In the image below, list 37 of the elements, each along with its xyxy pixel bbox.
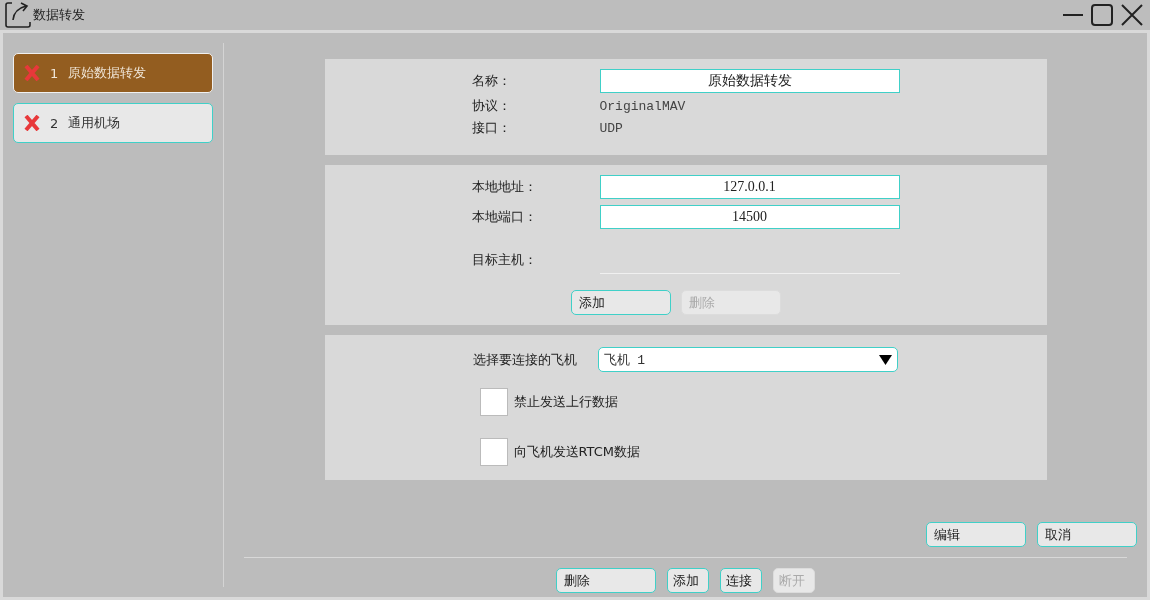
field-label: 目标主机：	[471, 250, 538, 269]
field-label: 本地端口：	[471, 208, 538, 226]
item-number: 1	[50, 65, 59, 81]
field-label: 本地地址：	[471, 178, 538, 196]
field-label: 选择要连接的飞机	[472, 350, 578, 369]
button[interactable]: 添加	[570, 290, 671, 315]
button[interactable]: 编辑	[926, 522, 1026, 547]
cross-icon	[24, 65, 40, 81]
checkbox[interactable]	[479, 388, 508, 416]
dropdown-arrow-icon	[878, 354, 892, 365]
field-label: 协议：	[471, 97, 512, 115]
window-title: 数据转发	[33, 6, 86, 24]
field-label: 名称：	[471, 72, 512, 90]
close-icon[interactable]	[1121, 4, 1143, 26]
field-value: OriginalMAV	[599, 97, 687, 115]
text-field[interactable]: 127.0.0.1	[599, 175, 900, 199]
connection-item[interactable]: 1 原始数据转发	[13, 53, 213, 93]
checkbox-label: 禁止发送上行数据	[513, 393, 618, 411]
maximize-icon[interactable]	[1091, 4, 1113, 26]
item-name: 原始数据转发	[68, 64, 147, 82]
field-label: 接口：	[471, 119, 512, 137]
item-number: 2	[50, 115, 59, 131]
connection-item[interactable]: 2 通用机场	[13, 103, 213, 143]
item-name: 通用机场	[68, 114, 121, 132]
button[interactable]: 连接	[720, 568, 762, 593]
text-field[interactable]: 原始数据转发	[599, 69, 900, 93]
button[interactable]: 取消	[1037, 522, 1137, 547]
vehicle-dropdown[interactable]: 飞机 1	[597, 347, 898, 372]
cross-icon	[24, 115, 40, 131]
button[interactable]: 添加	[667, 568, 709, 593]
arrow-icon	[5, 2, 31, 28]
checkbox-label: 向飞机发送RTCM数据	[513, 443, 641, 461]
field-value: UDP	[599, 119, 624, 137]
text-field[interactable]: 14500	[599, 205, 900, 229]
minimize-icon[interactable]	[1063, 13, 1083, 17]
checkbox[interactable]	[479, 438, 508, 466]
button[interactable]: 删除	[556, 568, 656, 593]
